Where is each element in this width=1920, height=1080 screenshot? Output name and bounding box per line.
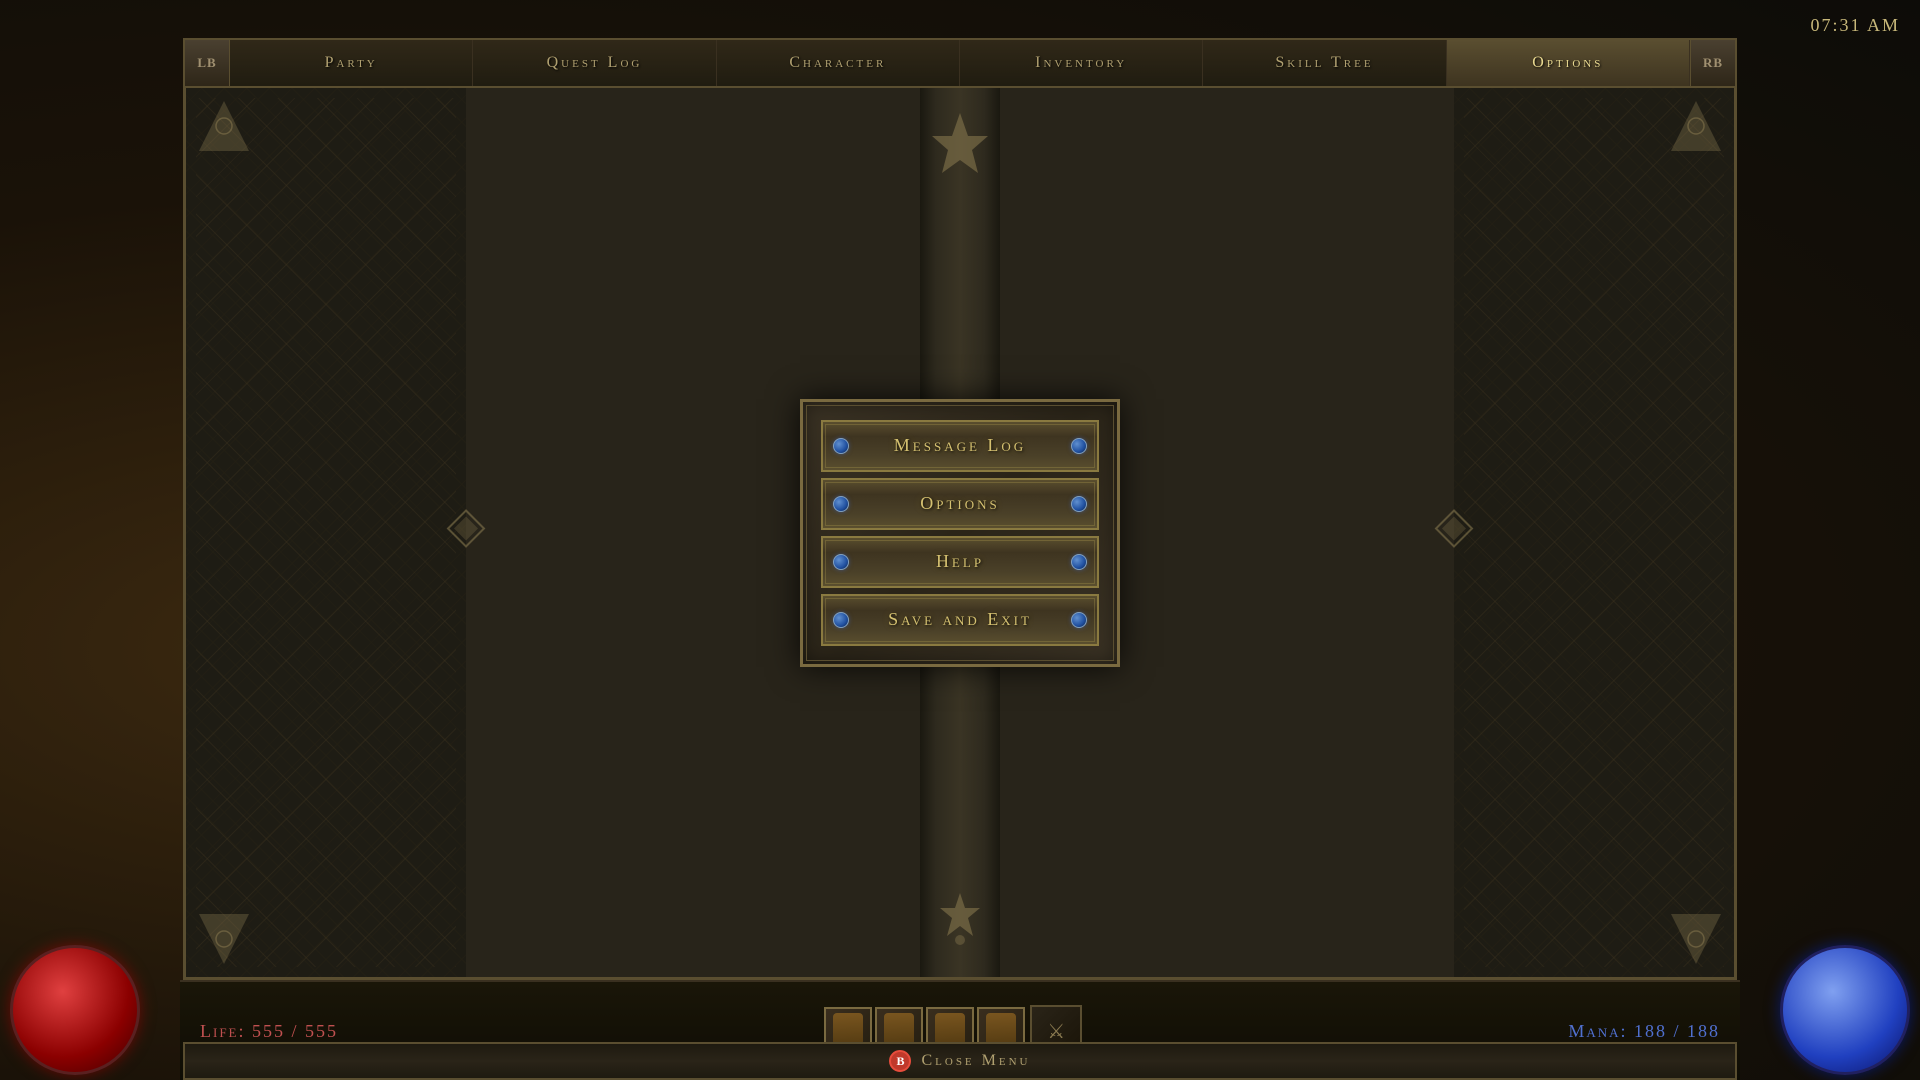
corner-decoration-tl — [194, 96, 254, 156]
gem-left-4 — [833, 612, 849, 628]
bottom-bar: B Close Menu — [183, 1042, 1737, 1080]
tab-bar: LB Party Quest Log Character Inventory S… — [183, 38, 1737, 86]
left-ornament — [446, 508, 486, 557]
gem-left-3 — [833, 554, 849, 570]
skill-icon: ⚔ — [1047, 1019, 1065, 1044]
message-log-button[interactable]: Message Log — [821, 420, 1099, 472]
life-sep: / — [292, 1021, 299, 1041]
corner-decoration-br — [1666, 909, 1726, 969]
save-and-exit-label: Save and Exit — [888, 609, 1032, 630]
gem-left-2 — [833, 496, 849, 512]
close-menu-label: Close Menu — [921, 1052, 1030, 1070]
gem-right-1 — [1071, 438, 1087, 454]
right-ornament — [1434, 508, 1474, 557]
mana-sep: / — [1673, 1021, 1680, 1041]
options-dialog: Message Log Options Help Save and Exit — [800, 399, 1120, 667]
life-label: Life: — [200, 1021, 246, 1041]
clock: 07:31 AM — [1810, 15, 1900, 36]
mana-display: Mana: 188 / 188 — [1568, 1021, 1720, 1042]
options-button[interactable]: Options — [821, 478, 1099, 530]
main-panel: LB Party Quest Log Character Inventory S… — [183, 38, 1737, 980]
dialog-inner: Message Log Options Help Save and Exit — [813, 412, 1107, 654]
mana-current: 188 — [1634, 1021, 1667, 1041]
mana-max: 188 — [1687, 1021, 1720, 1041]
gem-right-2 — [1071, 496, 1087, 512]
rb-button[interactable]: RB — [1690, 40, 1735, 86]
corner-decoration-bl — [194, 909, 254, 969]
close-menu-area[interactable]: B Close Menu — [889, 1050, 1030, 1072]
content-area: Message Log Options Help Save and Exit — [183, 86, 1737, 980]
life-orb-visual — [10, 945, 140, 1075]
b-button-icon: B — [889, 1050, 911, 1072]
tab-inventory[interactable]: Inventory — [960, 40, 1203, 86]
tab-items: Party Quest Log Character Inventory Skil… — [230, 40, 1690, 86]
message-log-label: Message Log — [894, 435, 1026, 456]
life-max: 555 — [305, 1021, 338, 1041]
left-panel — [186, 88, 466, 977]
mana-orb — [1740, 980, 1920, 1080]
gem-right-3 — [1071, 554, 1087, 570]
life-orb — [0, 980, 180, 1080]
save-and-exit-button[interactable]: Save and Exit — [821, 594, 1099, 646]
corner-decoration-tr — [1666, 96, 1726, 156]
diamond-pattern-left — [196, 98, 456, 967]
lb-button[interactable]: LB — [185, 40, 230, 86]
gem-left-1 — [833, 438, 849, 454]
diamond-pattern-right — [1464, 98, 1724, 967]
tab-skill-tree[interactable]: Skill Tree — [1203, 40, 1446, 86]
life-current: 555 — [252, 1021, 285, 1041]
bottom-ornament — [935, 888, 985, 957]
mana-orb-visual — [1780, 945, 1910, 1075]
tab-quest-log[interactable]: Quest Log — [473, 40, 716, 86]
right-panel — [1454, 88, 1734, 977]
help-label: Help — [936, 551, 984, 572]
top-ornament — [930, 108, 990, 188]
help-button[interactable]: Help — [821, 536, 1099, 588]
tab-options[interactable]: Options — [1447, 40, 1690, 86]
tab-party[interactable]: Party — [230, 40, 473, 86]
mana-label: Mana: — [1568, 1021, 1627, 1041]
options-label: Options — [920, 493, 1000, 514]
life-display: Life: 555 / 555 — [200, 1021, 338, 1042]
gem-right-4 — [1071, 612, 1087, 628]
tab-character[interactable]: Character — [717, 40, 960, 86]
